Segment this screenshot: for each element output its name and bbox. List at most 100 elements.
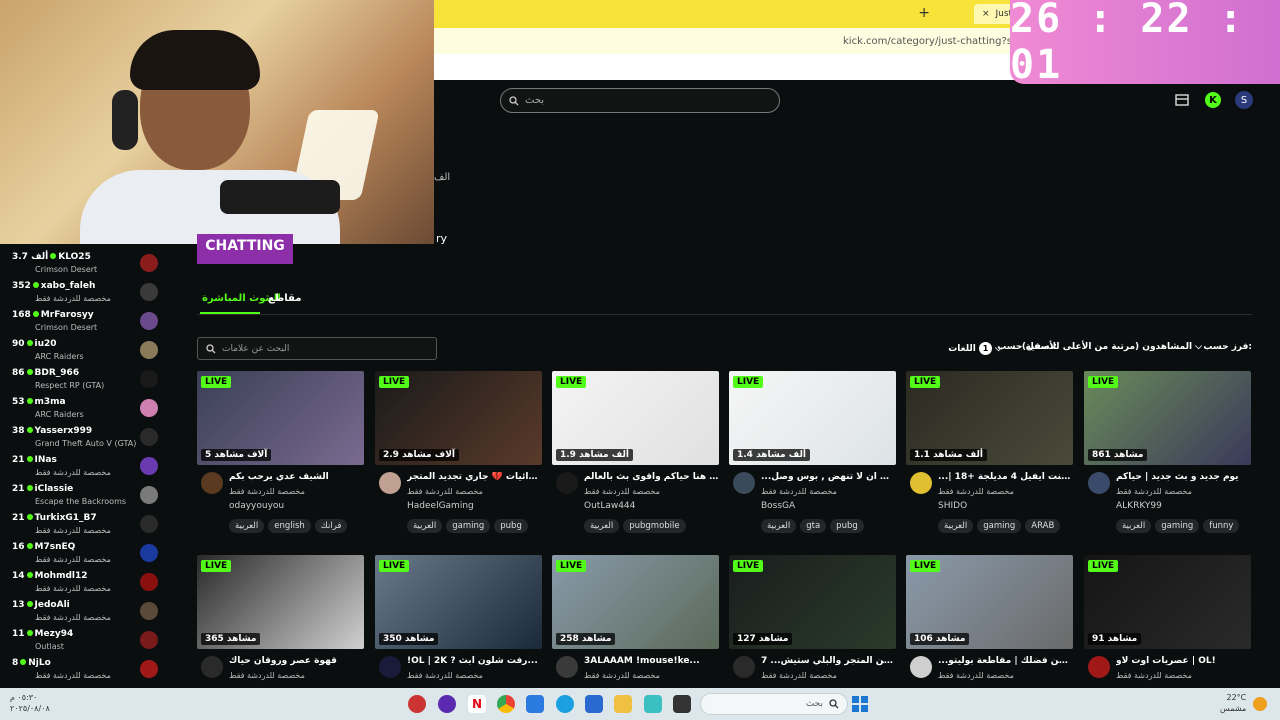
streamer-avatar[interactable] (556, 472, 578, 494)
stream-thumbnail[interactable]: LIVE 2.9 آلاف مشاهد (375, 371, 542, 465)
tab-clips[interactable]: مقاطع (268, 293, 301, 304)
stream-tag[interactable]: العربية (584, 519, 620, 533)
stream-thumbnail[interactable]: LIVE 861 مشاهد (1084, 371, 1251, 465)
stream-thumbnail[interactable]: LIVE 91 مشاهد (1084, 555, 1251, 649)
stream-title[interactable]: ...ويلاه من فضلك | مقاطعة بوليتو (938, 656, 1073, 666)
language-filter-dropdown[interactable]: اللغات 1 ⌵ (948, 342, 1002, 355)
stream-title[interactable]: يوم جديد و بث جديد | حياكم (1116, 472, 1251, 482)
stream-card[interactable]: LIVE 106 مشاهد ...ويلاه من فضلك | مقاطعة ب… (906, 555, 1073, 685)
streamer-name[interactable]: OutLaw444 (584, 501, 635, 511)
stream-tag[interactable]: العربية (938, 519, 974, 533)
stream-card[interactable]: LIVE 5 آلاف مشاهد الشيف عدي يرحب بكم مخصصة … (197, 371, 364, 541)
stream-tag[interactable]: ARAB (1025, 519, 1061, 533)
sidebar-channel[interactable]: 11 Mezy94 Outlast (0, 625, 168, 654)
stream-tag[interactable]: pubg (830, 519, 864, 533)
app-icon-pinned[interactable] (408, 695, 426, 713)
app-icon[interactable] (644, 695, 662, 713)
stream-thumbnail[interactable]: LIVE 350 مشاهد (375, 555, 542, 649)
sidebar-channel[interactable]: 21 TurkixG1_B7 مخصصة للدردشة فقط (0, 509, 168, 538)
stream-card[interactable]: LIVE 1.4 ألف مشاهد ...ا من ان لا تنهض , بو… (729, 371, 896, 541)
windows-start-icon[interactable] (852, 696, 868, 712)
stream-card[interactable]: LIVE 258 مشاهد 3ALAAAM !mouse!ke... مخصصة ل… (552, 555, 719, 685)
stream-category[interactable]: مخصصة للدردشة فقط (229, 487, 305, 496)
streamer-avatar[interactable] (733, 656, 755, 678)
stream-title[interactable]: الشيف عدي يرحب بكم (229, 472, 364, 482)
streamer-avatar[interactable] (910, 656, 932, 678)
stream-category[interactable]: مخصصة للدردشة فقط (1116, 487, 1192, 496)
stream-thumbnail[interactable]: LIVE 127 مشاهد (729, 555, 896, 649)
stream-card[interactable]: LIVE 861 مشاهد يوم جديد و بث جديد | حياكم م… (1084, 371, 1251, 541)
terminal-icon[interactable] (673, 695, 691, 713)
stream-title[interactable]: الاوائل هنا حياكم واقوى بث بالعالم (584, 472, 719, 482)
stream-tag[interactable]: gaming (446, 519, 491, 533)
streamer-name[interactable]: ALKRKY99 (1116, 501, 1162, 511)
streamer-avatar[interactable] (733, 472, 755, 494)
stream-category[interactable]: مخصصة للدردشة فقط (584, 487, 660, 496)
stream-card[interactable]: LIVE 2.9 آلاف مشاهد عشوائيات 💔 جاري تجديد … (375, 371, 542, 541)
taskbar-weather[interactable]: 22°C مشمس (1220, 692, 1246, 714)
sidebar-channel[interactable]: 38 Yasserx999 Grand Theft Auto V (GTA) (0, 422, 168, 451)
sidebar-channel[interactable]: 90 iu20 ARC Raiders (0, 335, 168, 364)
stream-title[interactable]: عشوائيات 💔 جاري تجديد المتجر (407, 472, 542, 482)
stream-tag[interactable]: english (268, 519, 311, 533)
stream-title[interactable]: عصريات اوت لاو | OL! (1116, 656, 1251, 666)
stream-tag[interactable]: funny (1203, 519, 1240, 533)
stream-category[interactable]: مخصصة للدردشة فقط (1116, 671, 1192, 680)
streamer-name[interactable]: BossGA (761, 501, 795, 511)
stream-category[interactable]: مخصصة للدردشة فقط (407, 671, 483, 680)
stream-card[interactable]: LIVE 1.9 ألف مشاهد الاوائل هنا حياكم واقوى… (552, 371, 719, 541)
streamer-avatar[interactable] (201, 656, 223, 678)
stream-tag[interactable]: gaming (977, 519, 1022, 533)
stream-title[interactable]: قهوة عصر وروقان حياك (229, 656, 364, 666)
stream-title[interactable]: ...| 18+ رزدينت ايفيل 4 مديلجة (938, 472, 1073, 482)
sidebar-channel[interactable]: 168 MrFarosyy Crimson Desert (0, 306, 168, 335)
stream-tag[interactable]: pubgmobile (623, 519, 686, 533)
stream-title[interactable]: !OL | 2K ? رفت شلون ابث... (407, 656, 542, 666)
folder-icon[interactable] (614, 695, 632, 713)
close-tab-icon[interactable]: × (982, 9, 990, 19)
streamer-name[interactable]: HadeelGaming (407, 501, 474, 511)
tag-search-input[interactable]: البحث عن علامات (197, 337, 437, 360)
stream-category[interactable]: مخصصة للدردشة فقط (407, 487, 483, 496)
taskbar-search[interactable]: بحث (700, 693, 848, 715)
taskbar-clock[interactable]: ٠٥:٣٠ م ٢٠٢٥/٠٨/٠٨ (10, 692, 50, 714)
stream-category[interactable]: مخصصة للدردشة فقط (761, 487, 837, 496)
stream-tag[interactable]: فرانك (314, 519, 348, 533)
sidebar-channel[interactable]: 14 Mohmdl12 مخصصة للدردشة فقط (0, 567, 168, 596)
app-icon[interactable] (526, 695, 544, 713)
streamer-name[interactable]: SHIDO (938, 501, 967, 511)
edge-icon[interactable] (556, 695, 574, 713)
stream-title[interactable]: ...ا من ان لا تنهض , بوس وصل (761, 472, 896, 482)
stream-card[interactable]: LIVE 91 مشاهد عصريات اوت لاو | OL! مخصصة لل… (1084, 555, 1251, 685)
stream-thumbnail[interactable]: LIVE 258 مشاهد (552, 555, 719, 649)
sidebar-channel[interactable]: 86 BDR_966 Respect RP (GTA) (0, 364, 168, 393)
stream-thumbnail[interactable]: LIVE 1.4 ألف مشاهد (729, 371, 896, 465)
stream-tag[interactable]: العربية (1116, 519, 1152, 533)
streamer-name[interactable]: odayyouyou (229, 501, 284, 511)
stream-tag[interactable]: العربية (229, 519, 265, 533)
user-avatar[interactable]: S (1235, 91, 1253, 109)
stream-card[interactable]: LIVE 127 مشاهد 7 ...ن عن المتجر والبلي ستي… (729, 555, 896, 685)
stream-tag[interactable]: العربية (761, 519, 797, 533)
streamer-avatar[interactable] (910, 472, 932, 494)
stream-tag[interactable]: pubg (494, 519, 528, 533)
kick-logo-icon[interactable]: K (1205, 92, 1221, 108)
sidebar-channel[interactable]: 352 xabo_faleh مخصصة للدردشة فقط (0, 277, 168, 306)
sidebar-channel[interactable]: 16 M7snEQ مخصصة للدردشة فقط (0, 538, 168, 567)
netflix-icon[interactable]: N (468, 695, 486, 713)
obs-icon[interactable] (438, 695, 456, 713)
stream-thumbnail[interactable]: LIVE 365 مشاهد (197, 555, 364, 649)
new-tab-button[interactable]: + (918, 5, 930, 21)
stream-card[interactable]: LIVE 1.1 ألف مشاهد ...| 18+ رزدينت ايفيل 4… (906, 371, 1073, 541)
store-icon[interactable] (585, 695, 603, 713)
stream-category[interactable]: مخصصة للدردشة فقط (584, 671, 660, 680)
stream-card[interactable]: LIVE 350 مشاهد !OL | 2K ? رفت شلون ابث... م… (375, 555, 542, 685)
sidebar-channel[interactable]: 21 INas مخصصة للدردشة فقط (0, 451, 168, 480)
sidebar-channel[interactable]: 21 iClassie Escape the Backrooms (0, 480, 168, 509)
stream-tag[interactable]: gaming (1155, 519, 1200, 533)
stream-category[interactable]: مخصصة للدردشة فقط (229, 671, 305, 680)
stream-category[interactable]: مخصصة للدردشة فقط (938, 671, 1014, 680)
stream-thumbnail[interactable]: LIVE 5 آلاف مشاهد (197, 371, 364, 465)
chrome-icon[interactable] (497, 695, 515, 713)
stream-thumbnail[interactable]: LIVE 1.9 ألف مشاهد (552, 371, 719, 465)
